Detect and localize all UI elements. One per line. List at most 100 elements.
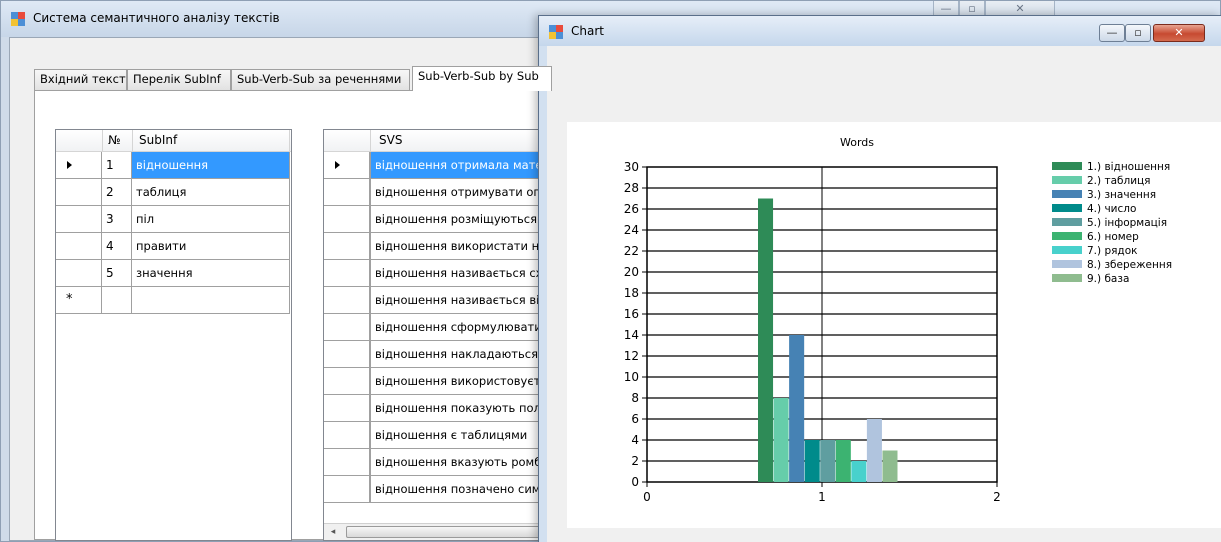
x-tick-label: 0 bbox=[643, 490, 651, 504]
y-tick-label: 20 bbox=[624, 265, 639, 279]
row-selector[interactable] bbox=[56, 260, 102, 287]
row-selector[interactable] bbox=[324, 206, 370, 233]
cell-svs[interactable]: відношення вказують ромба bbox=[370, 449, 562, 476]
cell-subinf[interactable]: відношення bbox=[132, 152, 290, 179]
cell-num[interactable]: 5 bbox=[102, 260, 132, 287]
row-selector-current[interactable] bbox=[56, 152, 102, 179]
cell-svs[interactable]: відношення використовуєтьс bbox=[370, 368, 562, 395]
cell-subinf[interactable]: значення bbox=[132, 260, 290, 287]
legend-swatch bbox=[1052, 246, 1082, 254]
cell-svs[interactable]: відношення позначено симво bbox=[370, 476, 562, 503]
row-selector[interactable] bbox=[324, 314, 370, 341]
y-tick-label: 6 bbox=[631, 412, 639, 426]
row-selector[interactable] bbox=[324, 368, 370, 395]
cell-svs[interactable]: відношення отримувати опер bbox=[370, 179, 562, 206]
row-selector[interactable] bbox=[324, 476, 370, 503]
cell-num[interactable]: 2 bbox=[102, 179, 132, 206]
y-tick-label: 0 bbox=[631, 475, 639, 489]
cell-svs[interactable]: відношення використати назі bbox=[370, 233, 562, 260]
chart-close-button[interactable]: ✕ bbox=[1153, 24, 1205, 42]
cell-svs[interactable]: відношення накладаються об bbox=[370, 341, 562, 368]
cell-svs[interactable]: відношення називається відн bbox=[370, 287, 562, 314]
new-row-cell-num[interactable] bbox=[102, 287, 132, 314]
row-selector[interactable] bbox=[324, 179, 370, 206]
cell-svs[interactable]: відношення сформулювати к bbox=[370, 314, 562, 341]
subinf-grid-header: № SubInf bbox=[56, 130, 291, 152]
legend-label: 8.) збереження bbox=[1087, 259, 1172, 271]
bar bbox=[804, 440, 820, 482]
tab-svs-by-sub[interactable]: Sub-Verb-Sub by Sub bbox=[412, 66, 552, 91]
cell-subinf[interactable]: таблиця bbox=[132, 179, 290, 206]
row-selector[interactable] bbox=[324, 395, 370, 422]
chart-title: Words bbox=[840, 136, 874, 149]
chart-app-icon bbox=[549, 25, 563, 39]
chart-window-title: Chart bbox=[571, 24, 604, 38]
legend-label: 2.) таблиця bbox=[1087, 175, 1150, 187]
y-tick-label: 30 bbox=[624, 160, 639, 174]
legend-label: 7.) рядок bbox=[1087, 245, 1137, 257]
chart-minimize-button[interactable]: — bbox=[1099, 24, 1125, 42]
x-tick-label: 1 bbox=[818, 490, 826, 504]
bar-chart: Words 0246810121416182022242628300 1 2 1.)… bbox=[624, 136, 1172, 504]
cell-svs[interactable]: відношення показують полів bbox=[370, 395, 562, 422]
column-header-svs[interactable]: SVS bbox=[370, 130, 562, 152]
new-row-selector[interactable] bbox=[56, 287, 102, 314]
tab-input-text[interactable]: Вхідний текст bbox=[34, 69, 127, 90]
y-tick-label: 10 bbox=[624, 370, 639, 384]
bar bbox=[773, 398, 789, 482]
y-tick-label: 8 bbox=[631, 391, 639, 405]
row-selector[interactable] bbox=[56, 206, 102, 233]
legend-label: 3.) значення bbox=[1087, 189, 1156, 201]
tab-svs-by-sentence[interactable]: Sub-Verb-Sub за реченнями bbox=[231, 69, 410, 90]
row-selector[interactable] bbox=[324, 422, 370, 449]
subinf-grid[interactable]: № SubInf 1 відношення 2 таблиця 3 піл 4 … bbox=[55, 129, 292, 541]
legend-swatch bbox=[1052, 218, 1082, 226]
svs-horizontal-scrollbar[interactable]: ◂ bbox=[324, 523, 562, 540]
bar bbox=[882, 450, 898, 482]
legend-swatch bbox=[1052, 176, 1082, 184]
legend-swatch bbox=[1052, 232, 1082, 240]
chart-title-bar[interactable]: Chart — ▫ ✕ bbox=[539, 16, 1221, 46]
legend-label: 6.) номер bbox=[1087, 231, 1139, 243]
app-icon bbox=[11, 12, 25, 26]
y-tick-label: 2 bbox=[631, 454, 639, 468]
column-header-subinf[interactable]: SubInf bbox=[132, 130, 290, 152]
cell-svs[interactable]: відношення є таблицями bbox=[370, 422, 562, 449]
row-selector[interactable] bbox=[324, 341, 370, 368]
row-selector[interactable] bbox=[324, 260, 370, 287]
legend-swatch bbox=[1052, 190, 1082, 198]
legend-label: 4.) число bbox=[1087, 203, 1136, 215]
y-tick-label: 28 bbox=[624, 181, 639, 195]
bar bbox=[835, 440, 851, 482]
bar bbox=[758, 198, 774, 482]
legend-swatch bbox=[1052, 274, 1082, 282]
chart-maximize-button[interactable]: ▫ bbox=[1125, 24, 1151, 42]
new-row-cell-subinf[interactable] bbox=[132, 287, 290, 314]
legend-label: 1.) відношення bbox=[1087, 161, 1170, 173]
svs-grid-header: SVS bbox=[324, 130, 562, 152]
cell-num[interactable]: 1 bbox=[102, 152, 132, 179]
scroll-thumb[interactable] bbox=[346, 526, 562, 538]
y-tick-label: 14 bbox=[624, 328, 639, 342]
cell-subinf[interactable]: піл bbox=[132, 206, 290, 233]
scroll-left-arrow-icon[interactable]: ◂ bbox=[326, 526, 340, 538]
cell-svs[interactable]: відношення розміщуються та bbox=[370, 206, 562, 233]
cell-subinf[interactable]: правити bbox=[132, 233, 290, 260]
cell-svs[interactable]: відношення отримала матем bbox=[370, 152, 562, 179]
row-selector[interactable] bbox=[56, 233, 102, 260]
y-tick-label: 26 bbox=[624, 202, 639, 216]
row-selector[interactable] bbox=[324, 287, 370, 314]
cell-num[interactable]: 4 bbox=[102, 233, 132, 260]
row-selector[interactable] bbox=[56, 179, 102, 206]
row-selector[interactable] bbox=[324, 233, 370, 260]
column-header-num[interactable]: № bbox=[102, 130, 132, 152]
bar bbox=[866, 419, 882, 482]
y-tick-label: 24 bbox=[624, 223, 639, 237]
svs-grid[interactable]: SVS відношення отримала матем відношення … bbox=[323, 129, 563, 541]
row-selector[interactable] bbox=[324, 449, 370, 476]
row-selector-current[interactable] bbox=[324, 152, 370, 179]
cell-svs[interactable]: відношення називається схе bbox=[370, 260, 562, 287]
tab-subinf-list[interactable]: Перелік SubInf bbox=[127, 69, 231, 90]
cell-num[interactable]: 3 bbox=[102, 206, 132, 233]
legend-swatch bbox=[1052, 204, 1082, 212]
